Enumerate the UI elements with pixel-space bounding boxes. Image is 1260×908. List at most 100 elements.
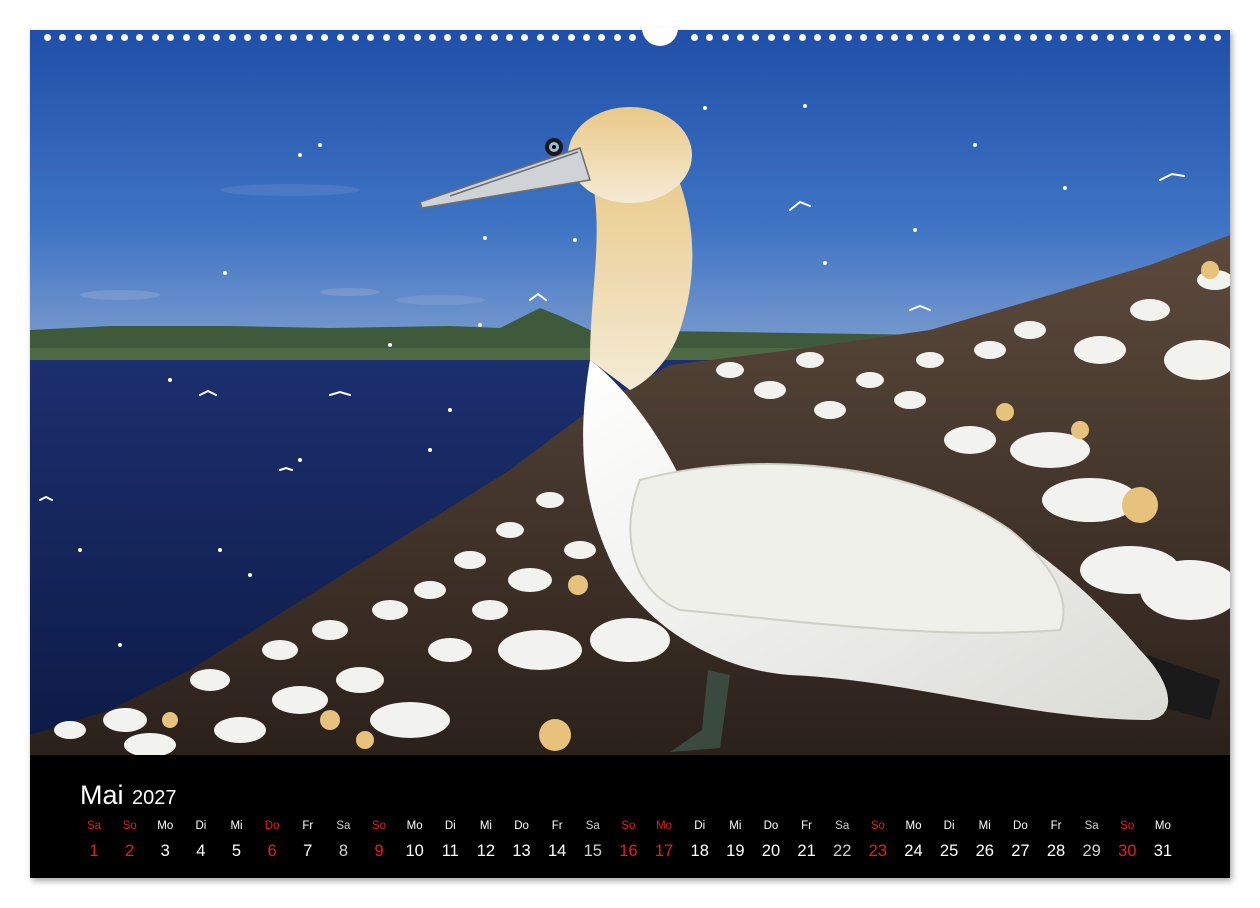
weekday-label: Sa (336, 820, 351, 832)
binding-hole (1199, 34, 1206, 41)
weekday-label: Mo (656, 820, 673, 832)
weekday-label: So (371, 820, 387, 832)
day-number: 2 (125, 842, 135, 860)
weekday-label: Mo (157, 820, 174, 832)
weekday-label: Fr (801, 820, 813, 832)
binding-hole (475, 34, 483, 41)
day-number: 9 (374, 842, 384, 860)
weekday-label: So (621, 820, 636, 832)
weekday-label: Sa (86, 820, 102, 832)
day-number: 18 (690, 842, 709, 860)
day-number: 10 (405, 842, 424, 860)
binding-hole (998, 34, 1006, 41)
day-number: 6 (267, 842, 277, 860)
binding-hole (829, 34, 837, 41)
day-number: 25 (939, 842, 959, 860)
weekday-label: So (122, 820, 137, 832)
binding-hole (182, 34, 190, 41)
month-year: 2027 (131, 787, 177, 809)
binding-hole (906, 34, 914, 41)
hanger-notch (642, 28, 678, 46)
binding-hole (552, 34, 560, 41)
binding-hole (1045, 34, 1052, 41)
binding-hole (629, 34, 637, 41)
day-cell: Di 25 (931, 819, 967, 861)
day-cell: Sa 8 (325, 819, 361, 861)
spiral-binding (30, 28, 1230, 46)
weekday-label: Di (694, 820, 706, 832)
binding-hole (382, 34, 390, 41)
binding-hole (506, 34, 513, 41)
day-number: 28 (1046, 842, 1066, 860)
binding-hole (1152, 34, 1160, 41)
binding-hole (583, 34, 590, 41)
binding-hole (367, 34, 375, 41)
binding-hole (521, 34, 529, 41)
weekday-label: Sa (585, 820, 600, 832)
binding-hole (1014, 34, 1022, 41)
day-cell: Sa 22 (824, 819, 860, 861)
binding-hole (90, 34, 98, 41)
day-number: 14 (548, 842, 567, 860)
binding-hole (1183, 34, 1191, 41)
weekday-label: Do (763, 820, 779, 832)
weekday-label: Fr (1050, 820, 1062, 832)
binding-hole (983, 34, 991, 41)
day-cell: Do 13 (504, 819, 540, 861)
day-cell: Mo 31 (1145, 819, 1181, 861)
weekday-label: Sa (1084, 820, 1099, 832)
binding-hole (798, 34, 806, 41)
binding-hole (1091, 34, 1099, 41)
gannet-colony-photo (30, 30, 1230, 755)
day-number: 1 (89, 842, 99, 860)
binding-hole (968, 34, 975, 41)
binding-hole (1075, 34, 1083, 41)
day-number: 4 (196, 842, 206, 860)
day-cell: Sa 29 (1074, 819, 1110, 861)
weekday-label: Mi (230, 820, 243, 832)
weekday-label: Do (1013, 820, 1028, 832)
binding-hole (567, 34, 575, 41)
calendar-page: Mai 2027 Sa 1 So 2 Mo 3 Di 4 Mi 5 Do 6 Fr 7 Sa 8 So 9 Mo 10… (30, 30, 1230, 878)
weekday-label: Di (195, 820, 207, 832)
binding-hole (74, 34, 82, 41)
binding-hole (429, 34, 436, 41)
binding-hole (1106, 34, 1114, 41)
binding-hole (228, 34, 236, 41)
day-cell: Di 18 (682, 819, 718, 861)
day-number: 7 (303, 842, 313, 860)
binding-hole (44, 34, 51, 41)
day-cell: Fr 21 (789, 819, 825, 861)
binding-hole (1214, 34, 1222, 41)
day-cell: Fr 14 (539, 819, 575, 861)
binding-hole (321, 34, 329, 41)
weekday-label: Mo (406, 820, 423, 832)
day-number: 17 (654, 842, 674, 860)
day-number: 5 (231, 842, 242, 860)
day-cell: So 2 (112, 819, 148, 861)
day-cell: Sa 15 (575, 819, 611, 861)
day-number: 13 (512, 842, 531, 860)
day-number: 31 (1153, 842, 1173, 860)
weekday-label: Mi (978, 820, 991, 832)
binding-hole (706, 34, 714, 41)
day-number: 12 (476, 842, 496, 860)
day-cell: Mo 10 (397, 819, 433, 861)
binding-hole (860, 34, 868, 41)
day-number: 22 (833, 842, 852, 860)
binding-hole (536, 34, 544, 41)
month-name: Mai (80, 780, 124, 810)
day-number: 3 (160, 842, 170, 860)
binding-hole (444, 34, 452, 41)
weekday-label: Mi (729, 820, 742, 832)
binding-hole (891, 34, 898, 41)
day-cell: Do 27 (1002, 819, 1038, 861)
day-cell: So 30 (1109, 819, 1145, 861)
binding-hole (952, 34, 960, 41)
binding-hole (1060, 34, 1068, 41)
weekday-label: Do (264, 820, 280, 832)
binding-hole (290, 34, 298, 41)
day-number: 26 (975, 842, 994, 860)
weekday-label: So (870, 820, 885, 832)
day-cell: Do 20 (753, 819, 789, 861)
